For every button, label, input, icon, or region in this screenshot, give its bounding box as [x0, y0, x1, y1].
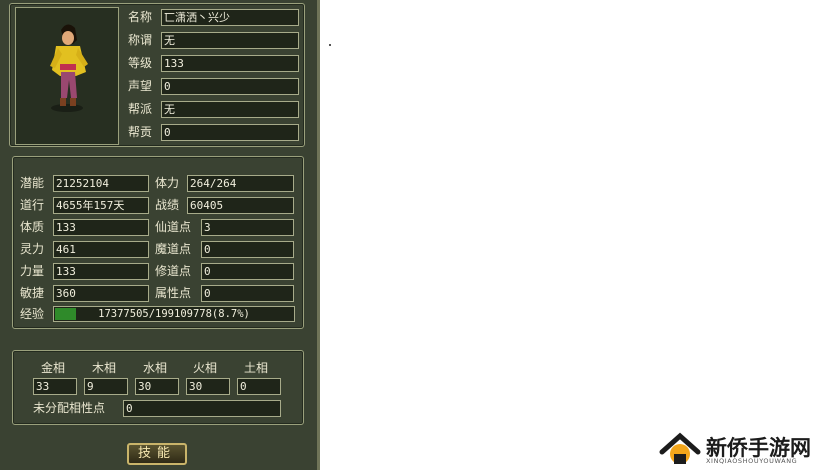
water-field: 30: [135, 378, 179, 395]
character-avatar-icon: [50, 24, 88, 112]
title-field: 无: [161, 32, 299, 49]
fame-label: 声望: [128, 79, 153, 93]
dao-label: 道行: [20, 198, 45, 212]
name-field: 匸潇洒丶兴少: [161, 9, 299, 26]
dao-field: 4655年157天: [53, 197, 149, 214]
exp-bar: 17377505/199109778(8.7%): [53, 306, 295, 322]
agility-field: 360: [53, 285, 149, 302]
house-logo-icon: [659, 432, 701, 464]
cultivate-points-field: 0: [201, 263, 294, 280]
cultivate-points-label: 修道点: [155, 264, 192, 278]
unallocated-points-field: 0: [123, 400, 281, 417]
character-portrait: [15, 7, 119, 145]
contribution-label: 帮贡: [128, 125, 153, 139]
stray-dot: [329, 44, 331, 46]
potential-field: 21252104: [53, 175, 149, 192]
fire-field: 30: [186, 378, 230, 395]
demon-points-label: 魔道点: [155, 242, 192, 256]
attribute-points-field: 0: [201, 285, 294, 302]
character-panel: 名称 匸潇洒丶兴少 称谓 无 等级 133 声望 0 帮派 无 帮贡 0 潜能 …: [0, 0, 320, 470]
merit-label: 战绩: [155, 198, 180, 212]
skills-button[interactable]: 技能: [127, 443, 187, 465]
guild-field: 无: [161, 101, 299, 118]
watermark-logo: 新侨手游网 XINQIAOSHOUYOUWANG: [658, 430, 818, 468]
name-label: 名称: [128, 10, 153, 24]
agility-label: 敏捷: [20, 286, 45, 300]
attribute-points-label: 属性点: [155, 286, 192, 300]
title-label: 称谓: [128, 33, 153, 47]
spirit-label: 灵力: [20, 242, 45, 256]
contribution-field: 0: [161, 124, 299, 141]
metal-label: 金相: [41, 361, 66, 375]
water-label: 水相: [143, 361, 168, 375]
strength-field: 133: [53, 263, 149, 280]
level-label: 等级: [128, 56, 153, 70]
immortal-points-field: 3: [201, 219, 294, 236]
potential-label: 潜能: [20, 176, 45, 190]
strength-label: 力量: [20, 264, 45, 278]
unallocated-points-label: 未分配相性点: [33, 401, 106, 415]
watermark-subtitle: XINQIAOSHOUYOUWANG: [706, 457, 798, 465]
stamina-label: 体力: [155, 176, 180, 190]
stamina-field: 264/264: [187, 175, 294, 192]
fire-label: 火相: [193, 361, 218, 375]
earth-label: 土相: [244, 361, 269, 375]
wood-field: 9: [84, 378, 128, 395]
earth-field: 0: [237, 378, 281, 395]
spirit-field: 461: [53, 241, 149, 258]
exp-text: 17377505/199109778(8.7%): [98, 308, 250, 320]
constitution-field: 133: [53, 219, 149, 236]
immortal-points-label: 仙道点: [155, 220, 192, 234]
fame-field: 0: [161, 78, 299, 95]
wood-label: 木相: [92, 361, 117, 375]
level-field: 133: [161, 55, 299, 72]
exp-label: 经验: [20, 307, 45, 321]
metal-field: 33: [33, 378, 77, 395]
demon-points-field: 0: [201, 241, 294, 258]
constitution-label: 体质: [20, 220, 45, 234]
merit-field: 60405: [187, 197, 294, 214]
guild-label: 帮派: [128, 102, 153, 116]
